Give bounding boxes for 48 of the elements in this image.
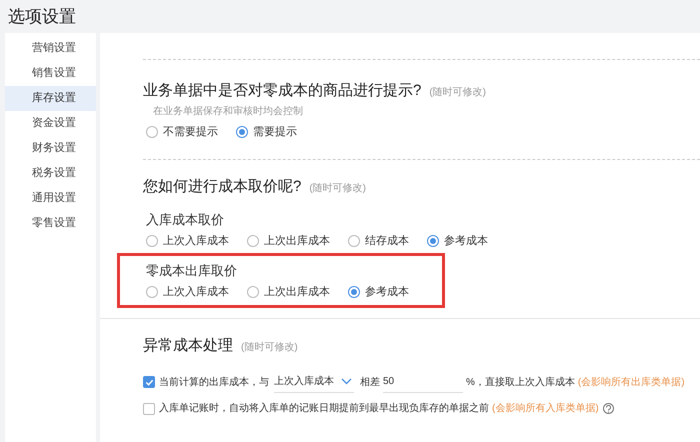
section-note: (随时可修改) bbox=[309, 182, 366, 196]
sidebar-item[interactable]: 税务设置 bbox=[5, 161, 96, 186]
section-note: (随时可修改) bbox=[429, 86, 486, 100]
radio-button[interactable] bbox=[348, 235, 360, 248]
radio-button[interactable] bbox=[236, 126, 248, 138]
radio-button[interactable] bbox=[427, 235, 439, 248]
dropdown[interactable]: 上次入库成本 bbox=[274, 371, 354, 393]
section-note: (随时可修改) bbox=[241, 340, 298, 354]
sidebar-item[interactable]: 库存设置 bbox=[5, 86, 96, 111]
sidebar-item[interactable]: 零售设置 bbox=[5, 211, 96, 236]
sidebar-item[interactable]: 营销设置 bbox=[5, 36, 96, 61]
rule-text: 相差 bbox=[360, 376, 380, 390]
rule-text: 入库单记账时，自动将入库单的记账日期提前到最早出现负库存的单据之前 bbox=[159, 402, 489, 416]
section-title: 您如何进行成本取价呢? bbox=[143, 177, 302, 197]
checkbox[interactable] bbox=[143, 376, 155, 388]
radio-option[interactable]: 参考成本 bbox=[348, 284, 409, 300]
input-field[interactable]: 50 bbox=[383, 371, 463, 393]
radio-button[interactable] bbox=[348, 286, 360, 298]
rule-text: %，直接取上次入库成本 bbox=[466, 376, 575, 390]
radio-option[interactable]: 结存成本 bbox=[348, 233, 409, 250]
chevron-down-icon bbox=[341, 378, 352, 385]
warning-note: (会影响所有入库类单据) bbox=[492, 402, 599, 416]
section-title: 业务单据中是否对零成本的商品进行提示? bbox=[143, 81, 422, 101]
sidebar-item[interactable]: 财务设置 bbox=[5, 136, 96, 161]
radio-option[interactable]: 上次入库成本 bbox=[146, 233, 229, 250]
sidebar-item[interactable]: 通用设置 bbox=[5, 186, 96, 211]
radio-option[interactable]: 需要提示 bbox=[236, 124, 297, 140]
rule-text: 当前计算的出库成本，与 bbox=[159, 376, 269, 390]
radio-option[interactable]: 上次入库成本 bbox=[146, 284, 229, 300]
radio-option[interactable]: 不需要提示 bbox=[146, 124, 218, 140]
section-hint: 在业务单据保存和审核时均会控制 bbox=[152, 104, 304, 118]
radio-option[interactable]: 上次出库成本 bbox=[247, 233, 330, 250]
warning-note: (会影响所有出库类单据) bbox=[578, 376, 685, 390]
page-title: 选项设置 bbox=[8, 6, 76, 28]
radio-button[interactable] bbox=[146, 286, 158, 298]
radio-button[interactable] bbox=[146, 126, 158, 138]
sidebar-item[interactable]: 资金设置 bbox=[5, 111, 96, 136]
group-label: 零成本出库取价 bbox=[146, 262, 238, 280]
section-title: 异常成本处理 bbox=[143, 336, 233, 356]
radio-button[interactable] bbox=[146, 235, 158, 248]
group-label: 入库成本取价 bbox=[146, 210, 225, 228]
radio-option[interactable]: 上次出库成本 bbox=[247, 284, 330, 300]
radio-button[interactable] bbox=[247, 235, 259, 248]
help-icon[interactable] bbox=[602, 403, 614, 414]
sidebar-item[interactable]: 销售设置 bbox=[5, 61, 96, 86]
radio-option[interactable]: 参考成本 bbox=[427, 233, 488, 250]
checkbox[interactable] bbox=[143, 402, 155, 414]
radio-button[interactable] bbox=[247, 286, 259, 298]
